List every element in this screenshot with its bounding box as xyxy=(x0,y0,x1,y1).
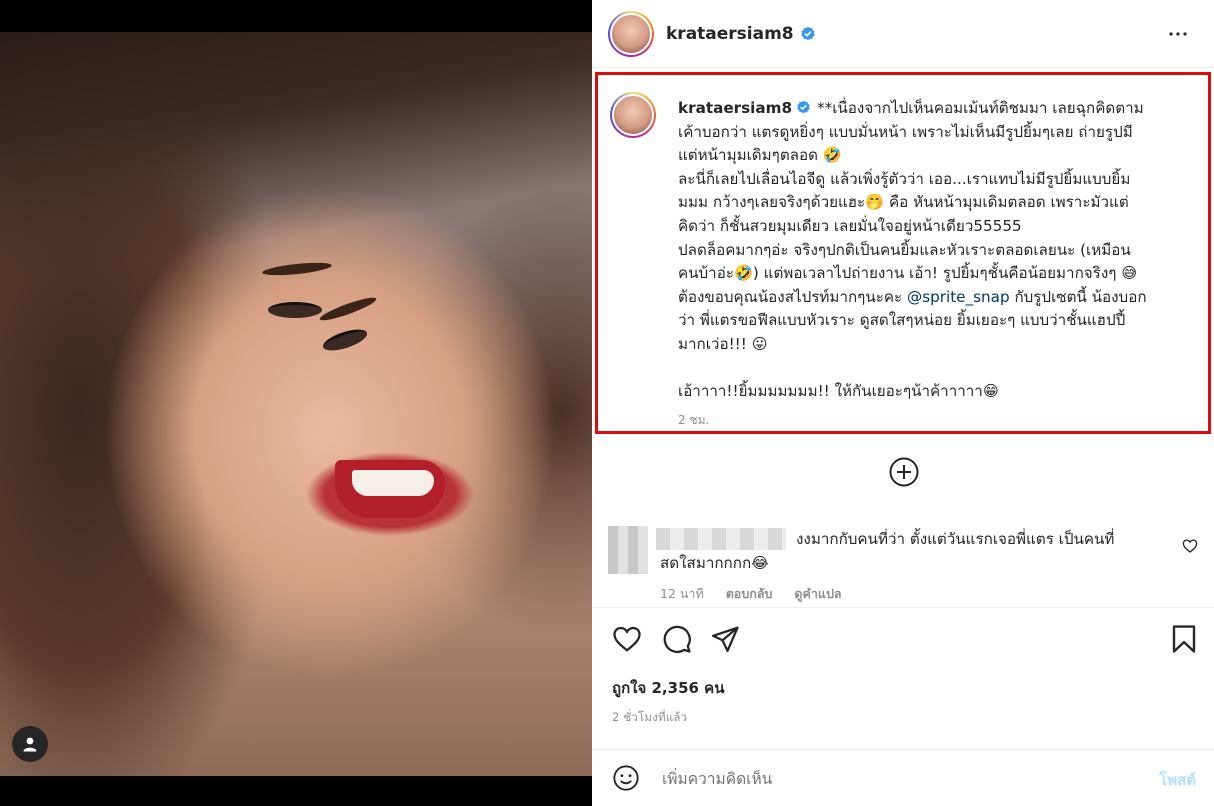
photo-eye-left xyxy=(268,302,322,318)
comment-text-line: งงมากกับคนที่ว่า ตั้งแต่วันแรกเจอพี่แตร … xyxy=(796,530,1115,548)
verified-badge-icon xyxy=(797,100,810,114)
likes-count[interactable]: ถูกใจ 2,356 คน xyxy=(612,676,724,700)
post-header: krataersiam8 xyxy=(592,0,1214,68)
heart-icon[interactable] xyxy=(1182,538,1198,554)
caption-text-line xyxy=(678,357,1198,381)
caption-text-line: มมม กว้างๆเลยจริงๆด้วยแฮะ🤭 คือ หันหน้ามุ… xyxy=(678,193,1129,212)
plus-circle-icon[interactable] xyxy=(888,456,920,488)
post-photo[interactable] xyxy=(0,32,592,776)
emoji-icon[interactable] xyxy=(612,764,640,792)
user-icon xyxy=(23,737,37,752)
heart-icon[interactable] xyxy=(612,624,642,654)
caption-text-segment: กับรูปเซตนี้ น้องบอก xyxy=(1014,287,1147,306)
comment-input[interactable] xyxy=(662,766,1122,792)
post-side-panel: krataersiam8 krataersiam8 **เนื่องจากไปเห… xyxy=(592,0,1214,806)
mention-link[interactable]: @sprite_snap xyxy=(907,288,1010,306)
tagged-users-button[interactable] xyxy=(12,726,48,762)
verified-badge-icon xyxy=(800,26,815,40)
caption-text-line: ปลดล็อคมากๆอ่ะ จริงๆปกติเป็นคนยิ้มและหัว… xyxy=(678,240,1131,259)
author-avatar[interactable] xyxy=(608,10,654,57)
photo-brow-right xyxy=(318,294,378,324)
caption-text-line: เอ้าาาา!!ยิ้มมมมมมม!! ให้กันเยอะๆน้าค้าา… xyxy=(678,382,999,401)
caption-username[interactable]: krataersiam8 xyxy=(678,99,792,117)
caption-avatar[interactable] xyxy=(610,92,656,138)
comment-icon[interactable] xyxy=(662,624,692,654)
caption-highlight-box: krataersiam8 **เนื่องจากไปเห็นคอมเม้นท์ติ… xyxy=(595,72,1211,434)
translate-button[interactable]: ดูคำแปล xyxy=(794,584,841,604)
add-comment-bar: โพสต์ xyxy=(592,750,1214,806)
comment-text-line: สดใสมากกกก😂 xyxy=(660,553,769,572)
photo-eye-right xyxy=(320,325,370,355)
post-actions-bar xyxy=(612,624,1202,656)
post-media-panel xyxy=(0,0,592,806)
caption-text-line: **เนื่องจากไปเห็นคอมเม้นท์ติชมมา เลยฉุกค… xyxy=(817,99,1144,117)
reply-button[interactable]: ตอบกลับ xyxy=(726,584,773,604)
comment-meta: 12 นาที ตอบกลับ ดูคำแปล xyxy=(660,584,842,604)
post-comment-button[interactable]: โพสต์ xyxy=(1159,768,1196,792)
more-horizontal-icon[interactable] xyxy=(1166,22,1190,46)
caption-text-line: เค้าบอกว่า แตรดูหยิ่งๆ แบบมั่นหน้า เพราะ… xyxy=(678,122,1133,141)
caption-text-line: ละนี่ก็เลยไปเลื่อนไอจีดู แล้วเพิ่งรู้ตัว… xyxy=(678,169,1131,188)
caption-text-line: แต่หน้ามุมเดิมๆตลอด 🤣 xyxy=(678,146,842,165)
caption-text: krataersiam8 **เนื่องจากไปเห็นคอมเม้นท์ติ… xyxy=(678,97,1198,404)
caption-text-line: ว่า พี่แตรขอฟีลแบบหัวเราะ ดูสดใสๆหน่อย ย… xyxy=(678,311,1126,330)
bookmark-icon[interactable] xyxy=(1170,624,1198,654)
caption-timestamp[interactable]: 2 ชม. xyxy=(678,411,709,430)
caption-text-line: มากเว่อ!!! 😛 xyxy=(678,334,768,353)
author-username[interactable]: krataersiam8 xyxy=(666,24,794,44)
section-divider xyxy=(592,607,1214,608)
caption-text-line: คนบ้าอ่ะ🤣) แต่พอเวลาไปถ่ายงาน เอ้า! รูปย… xyxy=(678,264,1138,283)
caption-text-segment: ต้องขอบคุณน้องสไปรท์มากๆนะคะ xyxy=(678,287,903,306)
comment-text: งงมากกับคนที่ว่า ตั้งแต่วันแรกเจอพี่แตร … xyxy=(660,528,1160,575)
send-icon[interactable] xyxy=(710,624,740,654)
caption-text-line: คิดว่า ก็ชั้นสวยมุมเดียว เลยมั่นใจอยู่หน… xyxy=(678,216,1022,235)
comment-timestamp[interactable]: 12 นาที xyxy=(660,584,704,604)
photo-hair xyxy=(0,32,592,292)
commenter-avatar-blurred[interactable] xyxy=(608,526,648,574)
caption-line-1: krataersiam8 **เนื่องจากไปเห็นคอมเม้นท์ติ… xyxy=(678,97,1198,121)
comment-item: งงมากกับคนที่ว่า ตั้งแต่วันแรกเจอพี่แตร … xyxy=(608,522,1198,606)
post-timestamp[interactable]: 2 ชั่วโมงที่แล้ว xyxy=(612,709,687,727)
caption-text-line: ต้องขอบคุณน้องสไปรท์มากๆนะคะ @sprite_sna… xyxy=(678,286,1198,310)
photo-teeth xyxy=(352,470,434,496)
